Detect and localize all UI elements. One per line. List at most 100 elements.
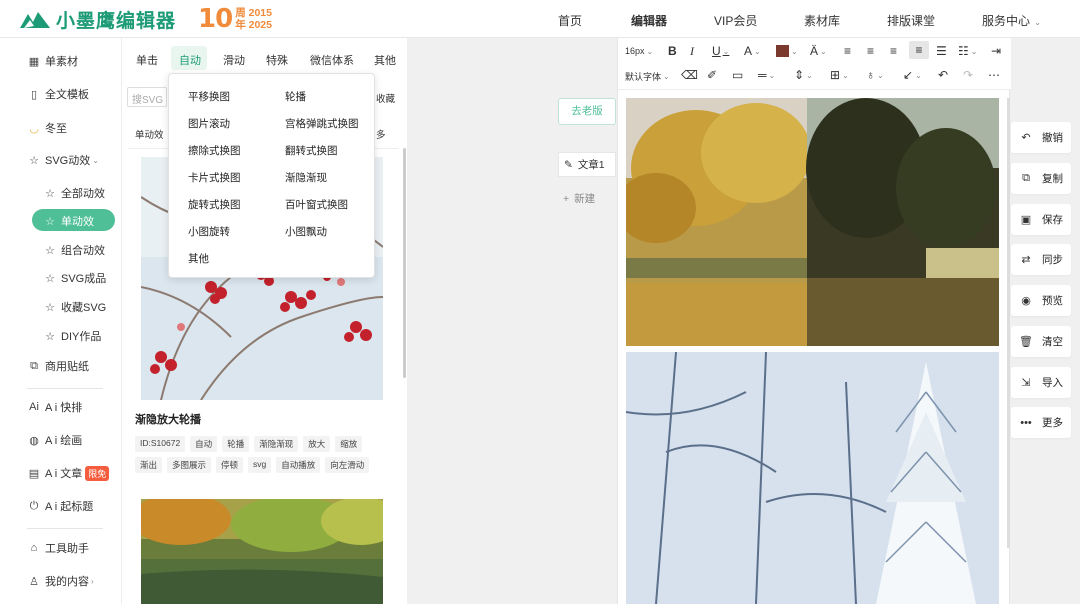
sidebar-item-saved-svg[interactable]: ☆ 收藏SVG: [43, 299, 106, 315]
sidebar-item-svg-products[interactable]: ☆ SVG成品: [43, 270, 106, 286]
dropdown-item[interactable]: 小图飘动: [285, 224, 327, 239]
doc-label: 文章1: [577, 159, 605, 171]
exit-icon[interactable]: ⇥: [991, 44, 1001, 58]
sidebar-item-single-effect[interactable]: ☆ 单动效: [43, 213, 94, 229]
nav-editor[interactable]: 编辑器: [631, 12, 667, 29]
dropdown-item[interactable]: 图片滚动: [188, 116, 230, 131]
sidebar-item-winter-solstice[interactable]: ◡ 冬至: [27, 120, 67, 136]
align-left-icon[interactable]: ≡: [844, 44, 851, 58]
grid-icon: ▦: [28, 55, 40, 68]
divider-icon[interactable]: ═ ⌄: [758, 68, 775, 82]
tab-wechat[interactable]: 微信体系: [310, 52, 354, 68]
landscape-painting-image[interactable]: [626, 98, 999, 346]
more-button[interactable]: ••• 更多: [1011, 407, 1071, 438]
italic-icon[interactable]: I: [690, 44, 694, 59]
logo[interactable]: 小墨鹰编辑器: [18, 5, 176, 33]
star-icon: ☆: [29, 154, 39, 167]
clear-format-icon[interactable]: Ä ⌄: [810, 44, 827, 58]
sidebar-item-single-material[interactable]: ▦ 单素材: [27, 53, 78, 69]
nav-service[interactable]: 服务中心 ⌄: [982, 12, 1041, 29]
align-right-icon[interactable]: ≡: [890, 44, 897, 58]
bold-icon[interactable]: B: [668, 44, 677, 58]
sidebar-item-ai-title[interactable]: ⏻ A i 起标题: [27, 498, 94, 514]
font-family-select[interactable]: 默认字体 ⌄: [625, 70, 670, 83]
sidebar-item-svg-effects[interactable]: ☆ SVG动效 ⌄: [27, 152, 99, 168]
sidebar-item-stickers[interactable]: ⧉ 商用贴纸: [27, 358, 89, 374]
arrow-icon[interactable]: ↙ ⌄: [903, 68, 922, 82]
tab-other[interactable]: 其他: [374, 52, 396, 68]
nav-vip[interactable]: VIP会员: [714, 12, 757, 29]
dropdown-item[interactable]: 百叶窗式换图: [285, 197, 348, 212]
card2-preview-image[interactable]: [141, 499, 383, 604]
preview-button[interactable]: ◉ 预览: [1011, 285, 1071, 316]
dropdown-item[interactable]: 轮播: [285, 89, 306, 104]
clear-button[interactable]: 🗑 清空: [1011, 326, 1071, 357]
sidebar-item-my-content[interactable]: ♙ 我的内容 ›: [27, 573, 94, 589]
panel-scrollbar[interactable]: [403, 148, 406, 378]
card-tag: svg: [248, 457, 272, 473]
bg-color-icon[interactable]: ⌄: [776, 45, 798, 57]
undo-button[interactable]: ↶ 撤销: [1011, 122, 1071, 153]
more-icon[interactable]: ⋯: [988, 68, 1000, 82]
align-justify-icon[interactable]: ≡: [909, 41, 929, 59]
sidebar-item-label: SVG成品: [61, 273, 107, 285]
dropdown-item[interactable]: 卡片式换图: [188, 170, 241, 185]
save-button[interactable]: ▣ 保存: [1011, 204, 1071, 235]
font-color-icon[interactable]: A ⌄: [744, 44, 761, 58]
sidebar-item-ai-layout[interactable]: Ai A i 快排: [27, 399, 82, 415]
snow-forest-image[interactable]: [626, 352, 999, 604]
tab-auto[interactable]: 自动: [179, 52, 201, 68]
import-button[interactable]: ⇲ 导入: [1011, 367, 1071, 398]
dropdown-item[interactable]: 渐隐渐现: [285, 170, 327, 185]
eraser-icon[interactable]: ⌫: [681, 68, 698, 82]
tab-special[interactable]: 特殊: [266, 52, 288, 68]
indent-icon[interactable]: ☰: [936, 44, 947, 58]
dropdown-item[interactable]: 宫格弹跳式换图: [285, 116, 359, 131]
sidebar-item-all-effects[interactable]: ☆ 全部动效: [43, 185, 105, 201]
undo-icon[interactable]: ↶: [938, 68, 948, 82]
sidebar-item-diy-works[interactable]: ☆ DIY作品: [43, 328, 101, 344]
sidebar-item-tools[interactable]: ⌂ 工具助手: [27, 540, 89, 556]
subtag-more[interactable]: 多: [376, 127, 386, 141]
top-navbar: 小墨鹰编辑器 10 周 2015 年 2025 首页 编辑器 VIP会员 素材库…: [0, 0, 1080, 38]
dropdown-item[interactable]: 平移换图: [188, 89, 230, 104]
dropdown-item[interactable]: 其他: [188, 251, 209, 266]
redo-icon[interactable]: ↷: [963, 68, 973, 82]
editor-area[interactable]: 16px ⌄ B I U ⌄ A ⌄ ⌄ Ä ⌄ ≡ ≡ ≡ ≡ ☰ ☷ ⌄ ⇥ 默认字体…: [617, 38, 1011, 604]
card-tag: 向左滑动: [325, 457, 370, 473]
table-icon[interactable]: ⊞ ⌄: [830, 68, 849, 82]
nav-course[interactable]: 排版课堂: [887, 12, 935, 29]
dropdown-item[interactable]: 擦除式换图: [188, 143, 241, 158]
align-center-icon[interactable]: ≡: [867, 44, 874, 58]
brush-icon[interactable]: ✐: [707, 68, 717, 82]
dropdown-item[interactable]: 小图旋转: [188, 224, 230, 239]
copy-button[interactable]: ⧉ 复制: [1011, 163, 1071, 194]
underline-icon[interactable]: U ⌄: [712, 44, 729, 58]
tab-click[interactable]: 单击: [136, 52, 158, 68]
font-size-value: 16px: [625, 46, 645, 56]
nav-materials[interactable]: 素材库: [804, 12, 840, 29]
sync-button[interactable]: ⇄ 同步: [1011, 244, 1071, 275]
power-icon: ⏻: [29, 499, 39, 512]
image-icon[interactable]: ▭: [732, 68, 743, 82]
nav-home[interactable]: 首页: [558, 12, 582, 29]
doc-tab-article1[interactable]: ✎ 文章1: [558, 152, 616, 177]
old-version-button[interactable]: 去老版: [558, 98, 616, 125]
subtag-single-effect[interactable]: 单动效: [135, 127, 164, 141]
search-input[interactable]: 搜SVG: [127, 87, 167, 107]
spacing-icon[interactable]: ⇕ ⌄: [794, 68, 813, 82]
sidebar-item-templates[interactable]: ▯ 全文模板: [27, 86, 89, 102]
font-size-select[interactable]: 16px ⌄: [625, 46, 653, 56]
sidebar-item-label: 全部动效: [61, 188, 105, 200]
dropdown-item[interactable]: 旋转式换图: [188, 197, 241, 212]
bulb-icon[interactable]: ♁ ⌄: [866, 68, 884, 82]
sidebar-item-combo-effects[interactable]: ☆ 组合动效: [43, 242, 105, 258]
sidebar-item-ai-paint[interactable]: ◍ A i 绘画: [27, 432, 82, 448]
new-doc-button[interactable]: + 新建: [558, 186, 616, 211]
sidebar-item-ai-article[interactable]: ▤ A i 文章 限免: [27, 465, 110, 481]
dropdown-item[interactable]: 翻转式换图: [285, 143, 338, 158]
collect-filter[interactable]: 收藏: [376, 91, 395, 105]
line-height-icon[interactable]: ☷ ⌄: [958, 44, 977, 58]
tab-slide[interactable]: 滑动: [223, 52, 245, 68]
action-label: 清空: [1042, 336, 1063, 348]
